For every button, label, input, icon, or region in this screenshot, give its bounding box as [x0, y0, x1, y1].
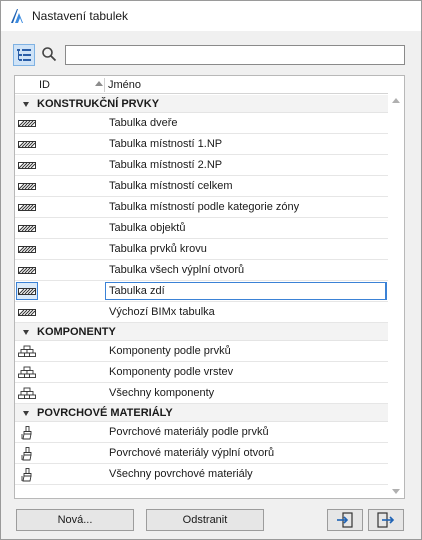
list-item-label: Komponenty podle prvků: [109, 345, 231, 357]
dialog-window: Nastavení tabulek ID Jméno KONSTRUKČNÍ P…: [0, 0, 422, 540]
list-item[interactable]: Tabulka místností podle kategorie zóny: [15, 197, 389, 218]
export-button[interactable]: [368, 509, 404, 531]
search-icon: [42, 47, 57, 62]
hatched-wall-icon: [18, 222, 36, 235]
search-input[interactable]: [65, 45, 405, 65]
sort-ascending-icon: [95, 81, 103, 86]
list-item[interactable]: Komponenty podle prvků: [15, 341, 389, 362]
expand-triangle-icon[interactable]: [23, 102, 29, 107]
list-item-label: Tabulka místností 2.NP: [109, 159, 223, 171]
new-button[interactable]: Nová...: [16, 509, 134, 531]
list-item[interactable]: Tabulka dveře: [15, 113, 389, 134]
list-item-label: Tabulka místností 1.NP: [109, 138, 223, 150]
group-label: KOMPONENTY: [37, 326, 116, 338]
hatched-wall-icon: [18, 201, 36, 214]
tree-list-icon: [17, 49, 31, 61]
import-icon: [337, 512, 353, 528]
paint-brush-icon: [18, 468, 36, 482]
list-item-label: Tabulka místností podle kategorie zóny: [109, 201, 300, 213]
list-item[interactable]: Všechny komponenty: [15, 383, 389, 404]
toolbar: [1, 37, 421, 71]
list-item-label: Komponenty podle vrstev: [109, 366, 234, 378]
hatched-wall-icon: [18, 306, 36, 319]
list-item-label: Povrchové materiály výplní otvorů: [109, 447, 275, 459]
hatched-wall-icon: [18, 117, 36, 130]
list-item-label: Povrchové materiály podle prvků: [109, 426, 269, 438]
list-item[interactable]: Tabulka místností celkem: [15, 176, 389, 197]
delete-button[interactable]: Odstranit: [146, 509, 264, 531]
group-row[interactable]: KOMPONENTY: [15, 323, 389, 341]
brick-stack-icon: [18, 366, 36, 379]
paint-brush-icon: [18, 447, 36, 461]
list-item[interactable]: Tabulka místností 2.NP: [15, 155, 389, 176]
list-item-label: Všechny komponenty: [109, 387, 215, 399]
scroll-up-arrow-icon[interactable]: [392, 98, 400, 103]
import-button[interactable]: [327, 509, 363, 531]
group-row[interactable]: POVRCHOVÉ MATERIÁLY: [15, 404, 389, 422]
hatched-wall-icon: [18, 264, 36, 277]
schedule-list: ID Jméno KONSTRUKČNÍ PRVKY Tabulka dveře T…: [14, 75, 405, 499]
scroll-down-arrow-icon[interactable]: [392, 489, 400, 494]
list-item-label: Tabulka dveře: [109, 117, 178, 129]
list-item-label: Tabulka objektů: [109, 222, 186, 234]
paint-brush-icon: [18, 426, 36, 440]
list-item[interactable]: Tabulka všech výplní otvorů: [15, 260, 389, 281]
list-item[interactable]: Povrchové materiály výplní otvorů: [15, 443, 389, 464]
list-item[interactable]: Povrchové materiály podle prvků: [15, 422, 389, 443]
tree-view-toggle-button[interactable]: [13, 44, 35, 66]
list-item-label: Tabulka místností celkem: [109, 180, 233, 192]
archicad-logo-icon: [11, 9, 23, 23]
group-label: POVRCHOVÉ MATERIÁLY: [37, 407, 173, 419]
list-item[interactable]: Výchozí BIMx tabulka: [15, 302, 389, 323]
hatched-wall-icon: [18, 285, 36, 298]
column-separator[interactable]: [104, 78, 105, 92]
column-header-name[interactable]: Jméno: [108, 79, 141, 91]
hatched-wall-icon: [18, 180, 36, 193]
hatched-wall-icon: [18, 243, 36, 256]
list-item[interactable]: Tabulka prvků krovu: [15, 239, 389, 260]
brick-stack-icon: [18, 345, 36, 358]
vertical-scrollbar[interactable]: [388, 76, 404, 498]
list-item[interactable]: Tabulka objektů: [15, 218, 389, 239]
group-row[interactable]: KONSTRUKČNÍ PRVKY: [15, 95, 389, 113]
list-item[interactable]: Tabulka zdí: [15, 281, 389, 302]
expand-triangle-icon[interactable]: [23, 330, 29, 335]
title-bar: Nastavení tabulek: [1, 1, 421, 31]
group-label: KONSTRUKČNÍ PRVKY: [37, 98, 160, 110]
list-item[interactable]: Komponenty podle vrstev: [15, 362, 389, 383]
column-header: ID Jméno: [15, 76, 389, 94]
window-title: Nastavení tabulek: [32, 9, 129, 23]
list-item-label: Tabulka prvků krovu: [109, 243, 207, 255]
list-item[interactable]: Tabulka místností 1.NP: [15, 134, 389, 155]
hatched-wall-icon: [18, 138, 36, 151]
list-item[interactable]: Všechny povrchové materiály: [15, 464, 389, 485]
list-rows: KONSTRUKČNÍ PRVKY Tabulka dveře Tabulka mí…: [15, 95, 389, 485]
expand-triangle-icon[interactable]: [23, 411, 29, 416]
list-item-label: Tabulka všech výplní otvorů: [109, 264, 245, 276]
list-item-label: Výchozí BIMx tabulka: [109, 306, 215, 318]
brick-stack-icon: [18, 387, 36, 400]
hatched-wall-icon: [18, 159, 36, 172]
column-header-id[interactable]: ID: [39, 79, 50, 91]
list-item-label: Všechny povrchové materiály: [109, 468, 253, 480]
export-icon: [377, 512, 395, 528]
list-item-label: Tabulka zdí: [109, 285, 165, 297]
